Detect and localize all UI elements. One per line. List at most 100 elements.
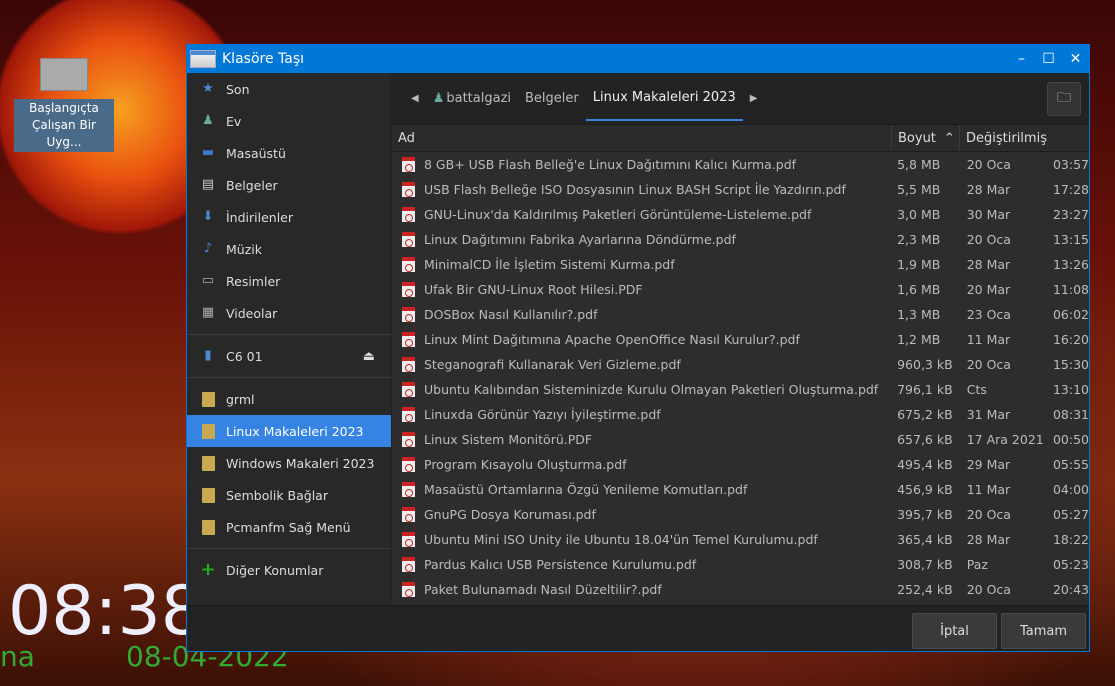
sidebar-item-home-user[interactable]: ♟ Ev bbox=[187, 105, 391, 137]
sidebar-item-label: Pcmanfm Sağ Menü bbox=[226, 519, 351, 535]
file-row[interactable]: GnuPG Dosya Koruması.pdf 395,7 kB 20 Oca 05… bbox=[392, 502, 1089, 527]
file-row[interactable]: Ufak Bir GNU-Linux Root Hilesi.PDF 1,6 MB… bbox=[392, 277, 1089, 302]
path-scroll-left-button[interactable]: ◀ bbox=[404, 73, 426, 125]
file-row[interactable]: MinimalCD İle İşletim Sistemi Kurma.pdf 1… bbox=[392, 252, 1089, 277]
file-size: 960,3 kB bbox=[897, 357, 953, 372]
file-time: 13:15 bbox=[1052, 232, 1089, 247]
sidebar-item-device[interactable]: ▮ C6 01 ⏏ bbox=[187, 340, 391, 372]
maximize-button[interactable]: ☐ bbox=[1035, 51, 1062, 67]
sidebar-item-label: İndirilenler bbox=[226, 209, 294, 225]
file-name-cell: Masaüstü Ortamlarına Özgü Yenileme Komut… bbox=[392, 482, 889, 497]
breadcrumb-current[interactable]: Linux Makaleleri 2023 bbox=[585, 77, 743, 121]
file-list[interactable]: 8 GB+ USB Flash Belleğ'e Linux Dağıtımın… bbox=[392, 152, 1089, 606]
column-modified[interactable]: Değiştirilmiş bbox=[960, 125, 1089, 151]
file-name-cell: Ubuntu Kalıbından Sisteminizde Kurulu Ol… bbox=[392, 382, 889, 397]
sidebar-item-label: Windows Makaleri 2023 bbox=[226, 455, 375, 471]
file-row[interactable]: Linuxda Görünür Yazıyı İyileştirme.pdf 67… bbox=[392, 402, 1089, 427]
file-size: 308,7 kB bbox=[897, 557, 953, 572]
sidebar-bookmark[interactable]: Linux Makaleleri 2023 bbox=[187, 415, 391, 447]
desktop-file-icon[interactable]: Başlangıçta Çalışan Bir Uyg... bbox=[14, 58, 114, 152]
file-row[interactable]: DOSBox Nasıl Kullanılır?.pdf 1,3 MB 23 Oca… bbox=[392, 302, 1089, 327]
file-row[interactable]: GNU-Linux'da Kaldırılmış Paketleri Görün… bbox=[392, 202, 1089, 227]
file-name: Linux Mint Dağıtımına Apache OpenOffice … bbox=[424, 332, 800, 347]
file-size: 5,5 MB bbox=[897, 182, 941, 197]
pdf-file-icon bbox=[402, 307, 415, 322]
file-row[interactable]: Linux Dağıtımını Fabrika Ayarlarına Dönd… bbox=[392, 227, 1089, 252]
file-row[interactable]: Linux Mint Dağıtımına Apache OpenOffice … bbox=[392, 327, 1089, 352]
desktop-icon-label: Başlangıçta Çalışan Bir Uyg... bbox=[14, 99, 114, 152]
sidebar-item-other-locations[interactable]: + Diğer Konumlar bbox=[187, 554, 391, 586]
pdf-file-icon bbox=[402, 357, 415, 372]
path-scroll-right-button[interactable]: ▶ bbox=[743, 73, 765, 125]
sidebar-item-desktop[interactable]: ▬ Masaüstü bbox=[187, 137, 391, 169]
file-name: DOSBox Nasıl Kullanılır?.pdf bbox=[424, 307, 598, 322]
folder-icon bbox=[202, 423, 215, 439]
folder-icon bbox=[202, 391, 215, 407]
file-row[interactable]: Paket Bulunamadı Nasıl Düzeltilir?.pdf 25… bbox=[392, 577, 1089, 602]
minimize-button[interactable]: – bbox=[1008, 51, 1035, 67]
breadcrumb-home[interactable]: ♟ battalgazi bbox=[426, 73, 518, 125]
document-thumbnail-icon bbox=[40, 58, 88, 91]
file-date: Paz bbox=[966, 557, 988, 572]
sidebar-item-music[interactable]: ♪ Müzik bbox=[187, 233, 391, 265]
folder-icon bbox=[202, 519, 215, 535]
new-folder-icon: 🗀 bbox=[1057, 89, 1071, 106]
sidebar-bookmark[interactable]: Sembolik Bağlar bbox=[187, 479, 391, 511]
column-size[interactable]: Boyut ⌃ bbox=[892, 125, 960, 151]
file-time: 05:27 bbox=[1052, 507, 1089, 522]
new-folder-button[interactable]: 🗀 bbox=[1047, 81, 1081, 116]
breadcrumb-label: battalgazi bbox=[446, 91, 512, 106]
sidebar-bookmark[interactable]: Windows Makaleri 2023 bbox=[187, 447, 391, 479]
desktop-clock-day: na bbox=[0, 640, 35, 673]
file-row[interactable]: Linux Sistem Monitörü.PDF 657,6 kB 17 Ara … bbox=[392, 427, 1089, 452]
column-header: Ad Boyut ⌃ Değiştirilmiş bbox=[392, 125, 1089, 152]
column-name[interactable]: Ad bbox=[392, 125, 892, 151]
file-size: 796,1 kB bbox=[897, 382, 953, 397]
file-row[interactable]: Steganografi Kullanarak Veri Gizleme.pdf… bbox=[392, 352, 1089, 377]
file-row[interactable]: Ubuntu Mini ISO Unity ile Ubuntu 18.04'ü… bbox=[392, 527, 1089, 552]
file-name-cell: MinimalCD İle İşletim Sistemi Kurma.pdf bbox=[392, 257, 889, 272]
sidebar-item-star[interactable]: ★ Son bbox=[187, 73, 391, 105]
file-time: 18:22 bbox=[1052, 532, 1089, 547]
file-size: 456,9 kB bbox=[897, 482, 953, 497]
breadcrumb-documents[interactable]: Belgeler bbox=[518, 73, 586, 125]
cancel-button[interactable]: İptal bbox=[912, 613, 997, 649]
file-row[interactable]: Ubuntu Kalıbından Sisteminizde Kurulu Ol… bbox=[392, 377, 1089, 402]
sidebar-item-documents[interactable]: ▤ Belgeler bbox=[187, 169, 391, 201]
sidebar-item-pictures[interactable]: ▭ Resimler bbox=[187, 265, 391, 297]
file-time: 08:31 bbox=[1052, 407, 1089, 422]
file-size: 2,3 MB bbox=[897, 232, 941, 247]
file-row[interactable]: 8 GB+ USB Flash Belleğ'e Linux Dağıtımın… bbox=[392, 152, 1089, 177]
file-time: 05:23 bbox=[1052, 557, 1089, 572]
file-date: 20 Oca bbox=[966, 582, 1011, 597]
file-name: Ubuntu Kalıbından Sisteminizde Kurulu Ol… bbox=[424, 382, 879, 397]
file-name: MinimalCD İle İşletim Sistemi Kurma.pdf bbox=[424, 257, 675, 272]
sidebar-bookmark[interactable]: Pcmanfm Sağ Menü bbox=[187, 511, 391, 543]
ok-button[interactable]: Tamam bbox=[1001, 613, 1086, 649]
file-name: 8 GB+ USB Flash Belleğ'e Linux Dağıtımın… bbox=[424, 157, 797, 172]
file-date: 28 Mar bbox=[966, 532, 1011, 547]
file-date: 20 Oca bbox=[966, 232, 1011, 247]
close-button[interactable]: ✕ bbox=[1062, 51, 1089, 67]
eject-icon[interactable]: ⏏ bbox=[363, 349, 375, 364]
window-title: Klasöre Taşı bbox=[222, 51, 305, 67]
file-row[interactable]: Masaüstü Ortamlarına Özgü Yenileme Komut… bbox=[392, 477, 1089, 502]
sidebar-item-label: Masaüstü bbox=[226, 145, 286, 161]
title-bar[interactable]: Klasöre Taşı – ☐ ✕ bbox=[187, 45, 1089, 73]
file-date: 17 Ara 2021 bbox=[966, 432, 1044, 447]
sidebar-item-video[interactable]: ▦ Videolar bbox=[187, 297, 391, 329]
file-time: 06:02 bbox=[1052, 307, 1089, 322]
file-time: 17:28 bbox=[1052, 182, 1089, 197]
sidebar-item-download[interactable]: ⬇ İndirilenler bbox=[187, 201, 391, 233]
file-name: Linux Sistem Monitörü.PDF bbox=[424, 432, 593, 447]
file-name-cell: USB Flash Belleğe ISO Dosyasının Linux B… bbox=[392, 182, 889, 197]
file-row[interactable]: Program Kısayolu Oluşturma.pdf 495,4 kB 29… bbox=[392, 452, 1089, 477]
file-name: USB Flash Belleğe ISO Dosyasının Linux B… bbox=[424, 182, 846, 197]
file-date: 20 Oca bbox=[966, 507, 1011, 522]
file-name: GnuPG Dosya Koruması.pdf bbox=[424, 507, 596, 522]
file-date: 30 Mar bbox=[966, 207, 1011, 222]
sidebar-bookmark[interactable]: grml bbox=[187, 383, 391, 415]
file-row[interactable]: Pardus Kalıcı USB Persistence Kurulumu.p… bbox=[392, 552, 1089, 577]
file-name: Program Kısayolu Oluşturma.pdf bbox=[424, 457, 627, 472]
file-row[interactable]: USB Flash Belleğe ISO Dosyasının Linux B… bbox=[392, 177, 1089, 202]
